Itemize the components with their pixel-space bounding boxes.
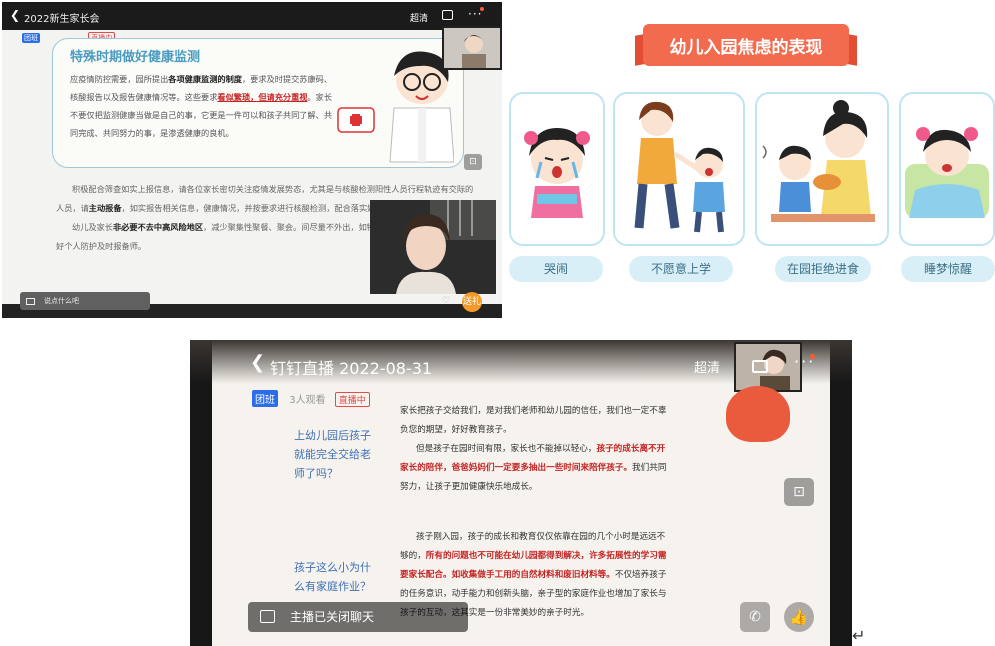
chat-icon — [260, 610, 275, 623]
viewer-count: 3人观看 — [289, 395, 326, 406]
gift-button[interactable]: 送礼 — [462, 292, 482, 312]
waking-from-nightmare-illustration — [899, 92, 995, 246]
stream-title: 2022新生家长会 — [24, 14, 100, 25]
notification-dot — [810, 354, 815, 359]
return-arrow-icon: ↵ — [852, 626, 866, 645]
stream-title: 钉钉直播 2022-08-31 — [270, 359, 433, 378]
group-tag: 团班 — [252, 390, 278, 407]
host-camera-thumbnail[interactable] — [734, 342, 802, 392]
back-button[interactable]: ❮ — [10, 8, 20, 22]
speaker-camera-video[interactable] — [370, 200, 496, 294]
chat-closed-notice: 主播已关闭聊天 — [248, 602, 468, 632]
picture-in-picture-icon[interactable] — [442, 10, 453, 20]
stream-meta: 团班 3人观看 直播中 — [252, 390, 370, 407]
chat-icon — [26, 298, 35, 305]
question-1: 上幼儿园后孩子就能完全交给老师了吗？ — [294, 429, 371, 480]
card-paragraph: 应疫情防控需要，园所提出各项健康监测的制度，要求及时提交苏康码、核酸报告以及报告… — [70, 74, 333, 138]
call-button[interactable]: ✆ — [740, 602, 770, 632]
anxiety-symptoms-panel: 幼儿入园焦虑的表现 哭闹 不愿意上学 在园拒绝进食 睡梦惊醒 — [503, 0, 995, 318]
child-pulled-by-mother-illustration — [613, 92, 745, 246]
live-badge: 直播中 — [334, 392, 370, 407]
label-crying: 哭闹 — [509, 256, 603, 282]
chat-input[interactable]: 说点什么吧 — [20, 292, 150, 310]
quality-button[interactable]: 超清 — [410, 11, 428, 24]
back-button[interactable]: ❮ — [250, 352, 265, 373]
group-tag: 团班 — [22, 33, 40, 43]
screen-lock-button[interactable]: ⊡ — [464, 154, 482, 170]
banner-title: 幼儿入园焦虑的表现 — [669, 38, 823, 58]
question-2: 孩子这么小为什么有家庭作业？ — [294, 561, 371, 593]
shield-icon[interactable]: ♡ — [442, 296, 450, 306]
like-button[interactable]: 👍 — [784, 602, 814, 632]
answer-1: 家长把孩子交给我们，是对我们老师和幼儿园的信任，我们也一定不辜负您的期望，好好教… — [400, 406, 667, 492]
refusing-food-illustration — [755, 92, 889, 246]
label-nightmare: 睡梦惊醒 — [901, 256, 995, 282]
livestream-panel-faq: ❮ 钉钉直播 2022-08-31 超清 ··· 团班 3人观看 直播中 上幼儿… — [190, 340, 852, 646]
decoration-illustration — [726, 386, 790, 442]
livestream-panel-health: ❮ 2022新生家长会 超清 ··· 团班 直播中 特殊时期做好健康监测 应疫情… — [2, 2, 502, 318]
doctor-illustration — [337, 51, 454, 163]
label-refuse-food: 在园拒绝进食 — [775, 256, 871, 282]
label-reluctant-school: 不愿意上学 — [629, 256, 733, 282]
notification-dot — [480, 7, 484, 11]
crying-girl-illustration — [509, 92, 605, 246]
host-camera-thumbnail[interactable] — [442, 26, 502, 70]
card-title: 特殊时期做好健康监测 — [70, 50, 201, 65]
screen-lock-button[interactable]: ⊡ — [784, 478, 814, 506]
picture-in-picture-icon[interactable] — [752, 360, 768, 373]
quality-button[interactable]: 超清 — [694, 357, 720, 376]
